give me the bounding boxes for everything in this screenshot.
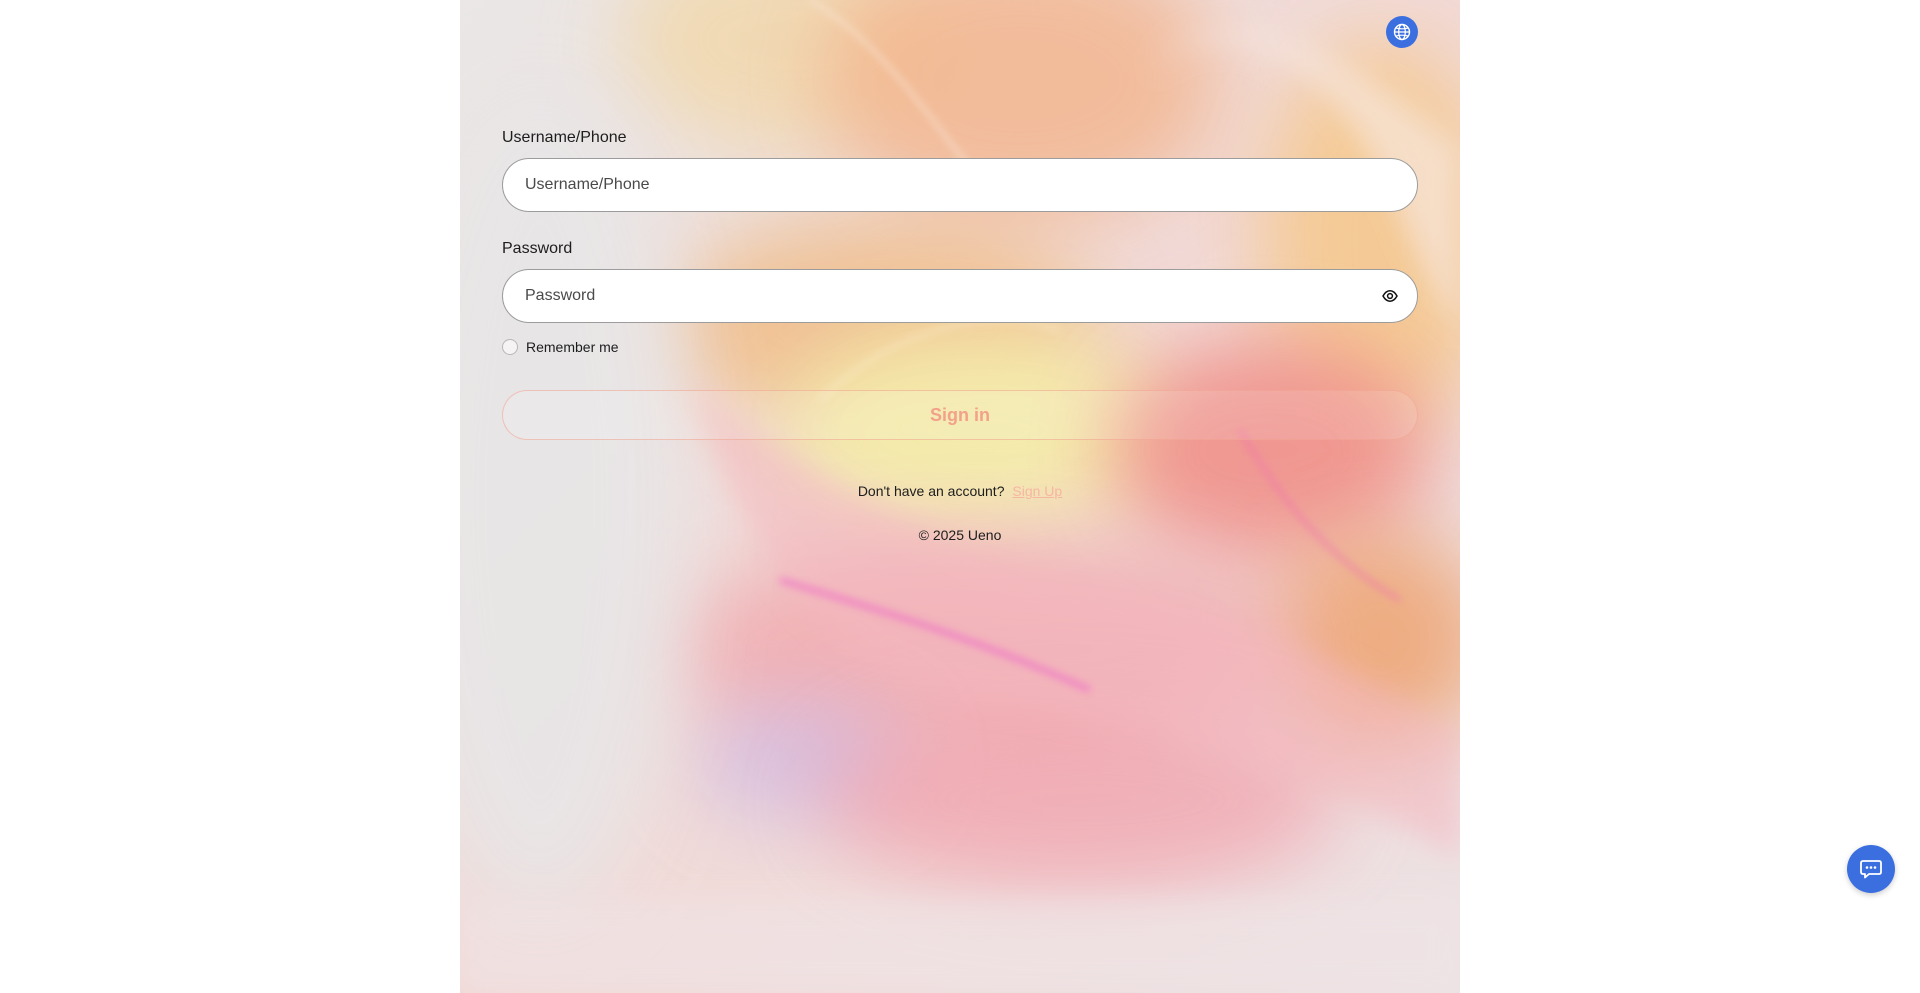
login-form: Username/Phone Password Remember me Sign… [502, 128, 1418, 544]
sign-in-button[interactable]: Sign in [502, 390, 1418, 440]
signup-prompt: Don't have an account? [857, 483, 1005, 499]
password-field-wrap [502, 269, 1418, 323]
password-input[interactable] [502, 269, 1418, 323]
password-label: Password [502, 240, 573, 257]
copyright-text: © 2025 Ueno [918, 527, 1002, 543]
eye-icon[interactable] [1382, 289, 1398, 303]
username-label: Username/Phone [502, 129, 627, 146]
sign-up-link[interactable]: Sign Up [1012, 483, 1062, 499]
chat-bubble-icon [1860, 860, 1882, 879]
remember-me-checkbox[interactable] [502, 339, 518, 355]
chat-support-button[interactable] [1847, 845, 1895, 893]
username-input[interactable] [502, 158, 1418, 212]
login-page: Username/Phone Password Remember me Sign… [0, 0, 1920, 993]
language-button[interactable] [1386, 16, 1418, 48]
login-panel: Username/Phone Password Remember me Sign… [460, 0, 1460, 993]
remember-me-row: Remember me [502, 337, 1418, 357]
remember-me-label[interactable]: Remember me [526, 339, 619, 355]
globe-icon [1393, 23, 1411, 41]
signup-row: Don't have an account? Sign Up [502, 482, 1418, 500]
username-field-wrap [502, 158, 1418, 212]
